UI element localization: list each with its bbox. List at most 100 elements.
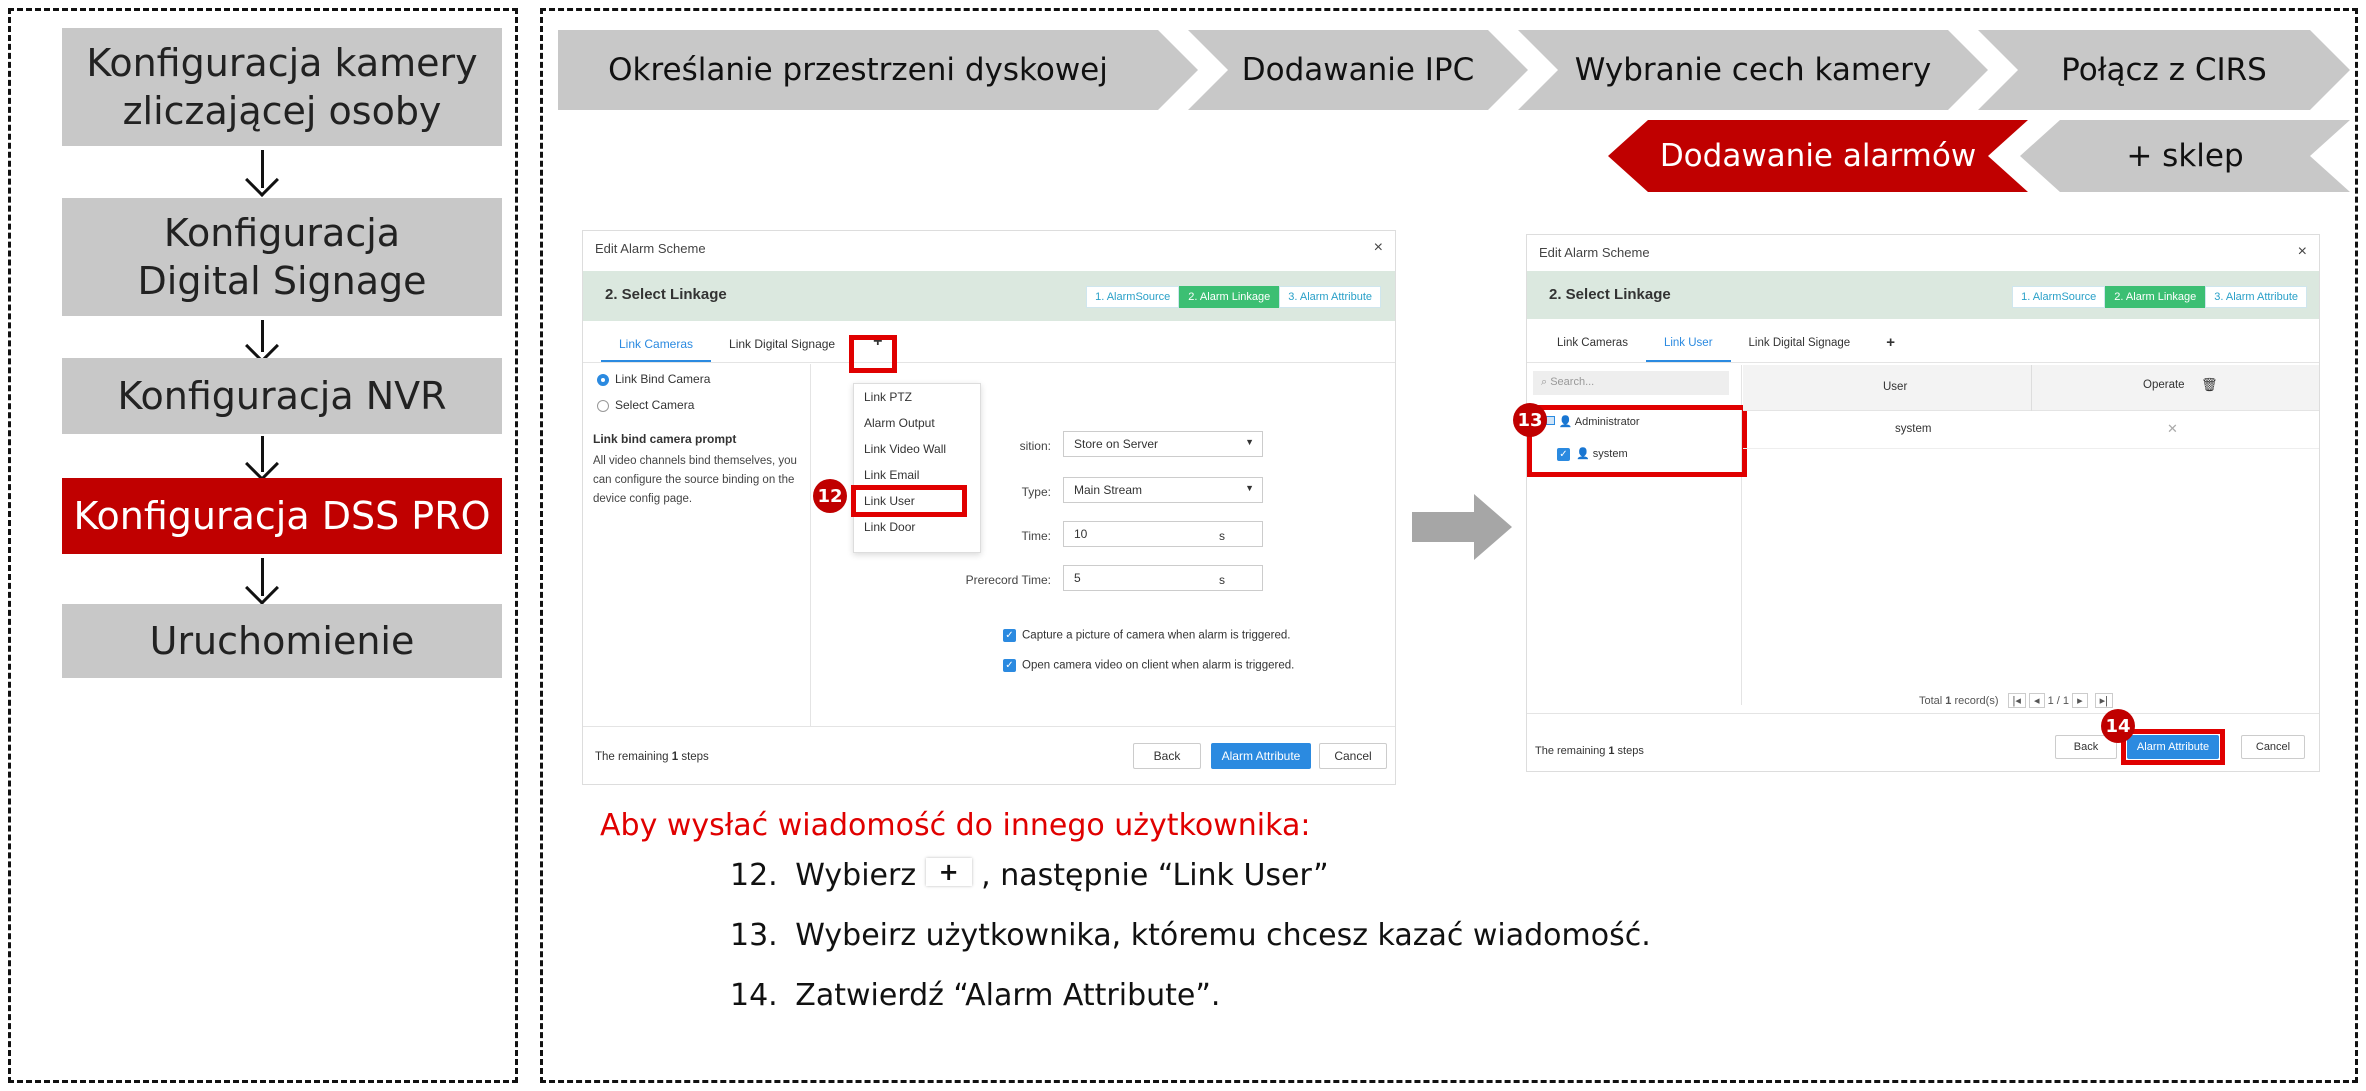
dialog-step-header: 2. Select Linkage 1. AlarmSource 2. Alar…: [583, 271, 1395, 321]
position-label: sition:: [1019, 439, 1051, 453]
step-badge-13: 13: [1513, 403, 1547, 437]
chevron-label: Dodawanie IPC: [1241, 52, 1475, 88]
highlight-plus-tab: [849, 335, 897, 373]
step-chevron-store: + sklep: [2020, 120, 2350, 192]
back-button[interactable]: Back: [1133, 743, 1201, 769]
menu-item-link-video-wall[interactable]: Link Video Wall: [864, 442, 946, 456]
wizard-steps: 1. AlarmSource 2. Alarm Linkage 3. Alarm…: [2012, 286, 2307, 308]
flow-step-dss-pro: Konfiguracja DSS PRO: [62, 478, 502, 554]
search-placeholder: Search...: [1550, 376, 1595, 388]
select-value: Main Stream: [1074, 483, 1143, 497]
wizard-step-source[interactable]: 1. AlarmSource: [1086, 286, 1180, 308]
step-chevron-add-ipc: Dodawanie IPC: [1188, 30, 1528, 110]
chevron-down-icon: ▼: [1245, 483, 1254, 493]
prerecord-label: Prerecord Time:: [965, 573, 1051, 587]
prompt-title: Link bind camera prompt: [593, 432, 737, 446]
wizard-step-attribute[interactable]: 3. Alarm Attribute: [2205, 286, 2307, 308]
step-number: 14.: [730, 978, 778, 1013]
step-text: , następnie “Link User”: [981, 858, 1329, 893]
tab-link-cameras[interactable]: Link Cameras: [601, 327, 712, 362]
remaining-steps: The remaining 1 steps: [1535, 745, 1644, 757]
menu-item-alarm-output[interactable]: Alarm Output: [864, 416, 935, 430]
chevron-label: Określanie przestrzeni dyskowej: [608, 52, 1108, 88]
stream-type-select[interactable]: Main Stream ▼: [1063, 477, 1263, 503]
record-time-input[interactable]: 10: [1063, 521, 1263, 547]
column-divider: [2031, 365, 2032, 411]
first-page-icon[interactable]: |◂: [2007, 693, 2026, 708]
check-icon: ✓: [1003, 629, 1016, 642]
tab-link-cameras[interactable]: Link Cameras: [1539, 327, 1646, 362]
flow-step-label: Uruchomienie: [149, 619, 415, 663]
capture-checkbox[interactable]: ✓ Capture a picture of camera when alarm …: [1003, 629, 1290, 642]
time-unit: s: [1219, 529, 1225, 543]
menu-item-link-email[interactable]: Link Email: [864, 468, 919, 482]
tab-link-user[interactable]: Link User: [1645, 327, 1731, 362]
instruction-step-14: 14. Zatwierdź “Alarm Attribute”.: [730, 978, 1220, 1013]
plus-icon: +: [925, 858, 972, 886]
next-page-icon[interactable]: ▸: [2072, 693, 2088, 708]
instructions-heading: Aby wysłać wiadomość do innego użytkowni…: [600, 808, 1311, 843]
close-icon[interactable]: ×: [2298, 243, 2307, 261]
checkbox-label: Open camera video on client when alarm i…: [1022, 659, 1295, 672]
step-number: 13.: [730, 918, 778, 953]
step-chevron-cirs: Połącz z CIRS: [1978, 30, 2350, 110]
dialog-step-header: 2. Select Linkage 1. AlarmSource 2. Alar…: [1527, 271, 2319, 319]
flow-step-nvr: Konfiguracja NVR: [62, 358, 502, 434]
select-value: Store on Server: [1074, 437, 1159, 451]
close-icon[interactable]: ×: [1374, 239, 1383, 257]
remaining-text: The remaining: [1535, 745, 1609, 757]
step-badge-12: 12: [813, 479, 847, 513]
radio-select-camera[interactable]: Select Camera: [597, 398, 694, 412]
flow-step-label: Konfiguracja NVR: [117, 374, 447, 418]
step-title: 2. Select Linkage: [1549, 286, 1671, 303]
remaining-text: steps: [678, 751, 709, 763]
chevron-label: Wybranie cech kamery: [1574, 52, 1932, 88]
cancel-button[interactable]: Cancel: [2241, 735, 2305, 759]
alarm-attribute-button[interactable]: Alarm Attribute: [1211, 743, 1311, 769]
linkage-tabs: Link Cameras Link User Link Digital Sign…: [1527, 327, 2319, 363]
prerecord-time-input[interactable]: 5: [1063, 565, 1263, 591]
flow-step-camera-config: Konfiguracja kamery zliczającej osoby: [62, 28, 502, 146]
remaining-text: steps: [1614, 745, 1644, 757]
prev-page-icon[interactable]: ◂: [2029, 693, 2045, 708]
wizard-step-linkage[interactable]: 2. Alarm Linkage: [1179, 286, 1280, 308]
step-text: Wybeirz użytkownika, któremu chcesz kaza…: [795, 918, 1651, 953]
left-options-pane: Link Bind Camera Select Camera Link bind…: [583, 364, 811, 726]
check-icon: ✓: [1003, 659, 1016, 672]
row-delete-icon[interactable]: ✕: [2167, 421, 2178, 437]
radio-icon: [597, 399, 609, 412]
last-page-icon[interactable]: ▸|: [2094, 693, 2114, 708]
menu-item-link-door[interactable]: Link Door: [864, 520, 915, 534]
remaining-steps: The remaining 1 steps: [595, 751, 709, 763]
step-text: Zatwierdź “Alarm Attribute”.: [795, 978, 1221, 1013]
cancel-button[interactable]: Cancel: [1319, 743, 1387, 769]
instruction-step-13: 13. Wybeirz użytkownika, któremu chcesz …: [730, 918, 1651, 953]
tab-link-digital-signage[interactable]: Link Digital Signage: [711, 327, 853, 362]
wizard-step-source[interactable]: 1. AlarmSource: [2012, 286, 2106, 308]
menu-item-link-ptz[interactable]: Link PTZ: [864, 390, 912, 404]
edit-alarm-scheme-dialog-right: Edit Alarm Scheme × 2. Select Linkage 1.…: [1513, 234, 2320, 772]
trash-icon[interactable]: 🗑: [2201, 377, 2218, 393]
chevron-down-icon: ▼: [1245, 437, 1254, 447]
step-text: Wybierz: [795, 858, 917, 893]
step-number: 12.: [730, 858, 778, 893]
page-indicator: 1 / 1: [2047, 695, 2069, 707]
step-title: 2. Select Linkage: [605, 286, 727, 303]
total-text: Total: [1919, 695, 1946, 707]
open-video-checkbox[interactable]: ✓ Open camera video on client when alarm …: [1003, 659, 1294, 672]
total-text: record(s): [1951, 695, 1999, 707]
edit-alarm-scheme-dialog-left: Edit Alarm Scheme × 2. Select Linkage 1.…: [582, 230, 1396, 785]
radio-label: Link Bind Camera: [615, 372, 711, 386]
linkage-dropdown-menu: Link PTZ Alarm Output Link Video Wall Li…: [853, 383, 981, 553]
chevron-label: Dodawanie alarmów: [1659, 138, 1977, 174]
chevron-label: + sklep: [2126, 138, 2244, 174]
tab-link-digital-signage[interactable]: Link Digital Signage: [1731, 327, 1869, 362]
flow-step-label: Konfiguracja kamery zliczającej osoby: [86, 41, 478, 133]
radio-link-bind-camera[interactable]: Link Bind Camera: [597, 372, 710, 386]
search-input[interactable]: ⌕ Search...: [1533, 371, 1729, 395]
wizard-step-attribute[interactable]: 3. Alarm Attribute: [1279, 286, 1381, 308]
highlight-user-tree: [1527, 405, 1747, 477]
position-select[interactable]: Store on Server ▼: [1063, 431, 1263, 457]
add-linkage-plus-icon[interactable]: +: [1868, 327, 1913, 362]
wizard-step-linkage[interactable]: 2. Alarm Linkage: [2105, 286, 2206, 308]
